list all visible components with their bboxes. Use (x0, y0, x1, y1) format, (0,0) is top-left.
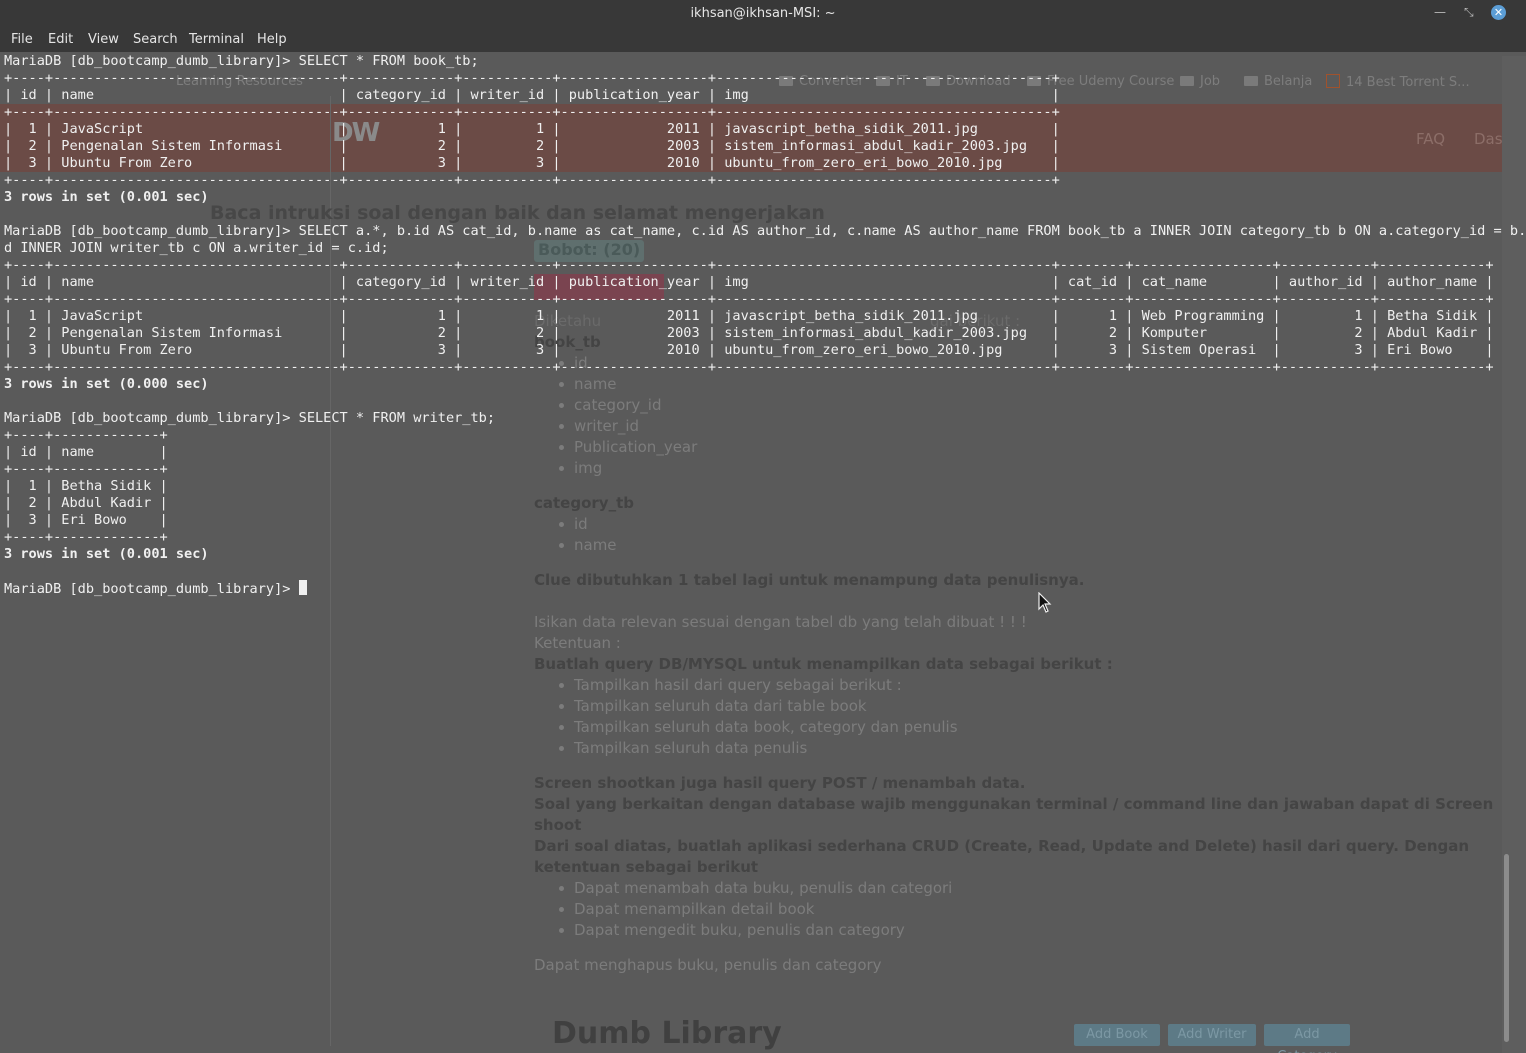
terminal-line: 3 rows in set (0.000 sec) (4, 376, 209, 392)
menu-terminal[interactable]: Terminal (189, 32, 244, 47)
terminal-line: +----+-------------+ (4, 529, 168, 545)
terminal-line: | 2 | Pengenalan Sistem Informasi | 2 | … (4, 138, 1060, 154)
crud-line-1: Dari soal diatas, buatlah aplikasi seder… (534, 837, 1470, 855)
window-titlebar[interactable]: ikhsan@ikhsan-MSI: ~ — ⤡ ✕ (0, 0, 1526, 28)
terminal-line: | 1 | JavaScript | 1 | 1 | 2011 | javasc… (4, 308, 1494, 324)
terminal-line: | 2 | Abdul Kadir | (4, 495, 168, 511)
add-writer-button[interactable]: Add Writer (1168, 1024, 1256, 1046)
crud-line-2: ketentuan sebagai berikut (534, 858, 759, 876)
terminal-line: 3 rows in set (0.001 sec) (4, 546, 209, 562)
menu-edit[interactable]: Edit (48, 32, 73, 47)
terminal-line: +----+----------------------------------… (4, 70, 1060, 86)
terminal-line: +----+-------------+ (4, 427, 168, 443)
terminal-line: | id | name | category_id | writer_id | … (4, 87, 1060, 103)
terminal-lines: MariaDB [db_bootcamp_dumb_library]> SELE… (4, 53, 1526, 580)
prompt-line[interactable]: MariaDB [db_bootcamp_dumb_library]> (4, 580, 1526, 597)
list-item: Tampilkan seluruh data dari table book (559, 697, 867, 715)
add-category-button[interactable]: Add Category (1264, 1024, 1350, 1053)
terminal-line: | 1 | Betha Sidik | (4, 478, 168, 494)
list-item: Tampilkan hasil dari query sebagai berik… (559, 676, 902, 694)
screenshoot-note: Screen shootkan juga hasil query POST / … (534, 774, 1026, 792)
close-icon[interactable]: ✕ (1491, 5, 1506, 20)
terminal-line: 3 rows in set (0.001 sec) (4, 189, 209, 205)
terminal-line: +----+-------------+ (4, 461, 168, 477)
terminal-line: | 3 | Ubuntu From Zero | 3 | 3 | 2010 | … (4, 342, 1494, 358)
soal-line-2: shoot (534, 816, 582, 834)
terminal-line: +----+----------------------------------… (4, 359, 1494, 375)
soal-line-1: Soal yang berkaitan dengan database waji… (534, 795, 1494, 813)
terminal-line: +----+----------------------------------… (4, 257, 1494, 273)
minimize-icon[interactable]: — (1434, 5, 1446, 19)
terminal-line: | id | name | category_id | writer_id | … (4, 274, 1494, 290)
maximize-icon[interactable]: ⤡ (1464, 5, 1474, 20)
terminal-line: | 2 | Pengenalan Sistem Informasi | 2 | … (4, 325, 1494, 341)
terminal-line: MariaDB [db_bootcamp_dumb_library]> SELE… (4, 410, 496, 426)
isikan-text: Isikan data relevan sesuai dengan tabel … (534, 613, 1027, 631)
list-item: Dapat mengedit buku, penulis dan categor… (559, 921, 905, 939)
terminal-line: MariaDB [db_bootcamp_dumb_library]> SELE… (4, 53, 479, 69)
terminal-line: | 1 | JavaScript | 1 | 1 | 2011 | javasc… (4, 121, 1060, 137)
buatlah-text: Buatlah query DB/MYSQL untuk menampilkan… (534, 655, 1113, 673)
scrollbar-thumb[interactable] (1504, 854, 1509, 1042)
terminal-line: +----+----------------------------------… (4, 172, 1060, 188)
menu-help[interactable]: Help (257, 32, 287, 47)
hapus-text: Dapat menghapus buku, penulis dan catego… (534, 956, 882, 974)
terminal-line: | 3 | Eri Bowo | (4, 512, 168, 528)
menu-search[interactable]: Search (133, 32, 178, 47)
menu-bar: File Edit View Search Terminal Help (0, 28, 1526, 52)
terminal-line: | 3 | Ubuntu From Zero | 3 | 3 | 2010 | … (4, 155, 1060, 171)
menu-view[interactable]: View (88, 32, 119, 47)
terminal-output[interactable]: MariaDB [db_bootcamp_dumb_library]> SELE… (4, 53, 1526, 597)
list-item: Dapat menambah data buku, penulis dan ca… (558, 879, 953, 897)
window-title: ikhsan@ikhsan-MSI: ~ (690, 6, 836, 21)
text-cursor (298, 580, 307, 595)
terminal-line: | id | name | (4, 444, 168, 460)
terminal-line: +----+----------------------------------… (4, 291, 1494, 307)
list-item: Dapat menampilkan detail book (559, 900, 815, 918)
terminal-line: MariaDB [db_bootcamp_dumb_library]> SELE… (4, 223, 1526, 239)
add-book-button[interactable]: Add Book (1074, 1024, 1160, 1046)
app-title: Dumb Library (552, 1016, 782, 1051)
ketentuan-text: Ketentuan : (534, 634, 621, 652)
list-item: Tampilkan seluruh data book, category da… (559, 718, 958, 736)
terminal-line: d INNER JOIN writer_tb c ON a.writer_id … (4, 240, 389, 256)
shell-prompt: MariaDB [db_bootcamp_dumb_library]> (4, 581, 299, 597)
menu-file[interactable]: File (11, 32, 33, 47)
terminal-line: +----+----------------------------------… (4, 104, 1060, 120)
list-item: Tampilkan seluruh data penulis (558, 739, 808, 757)
